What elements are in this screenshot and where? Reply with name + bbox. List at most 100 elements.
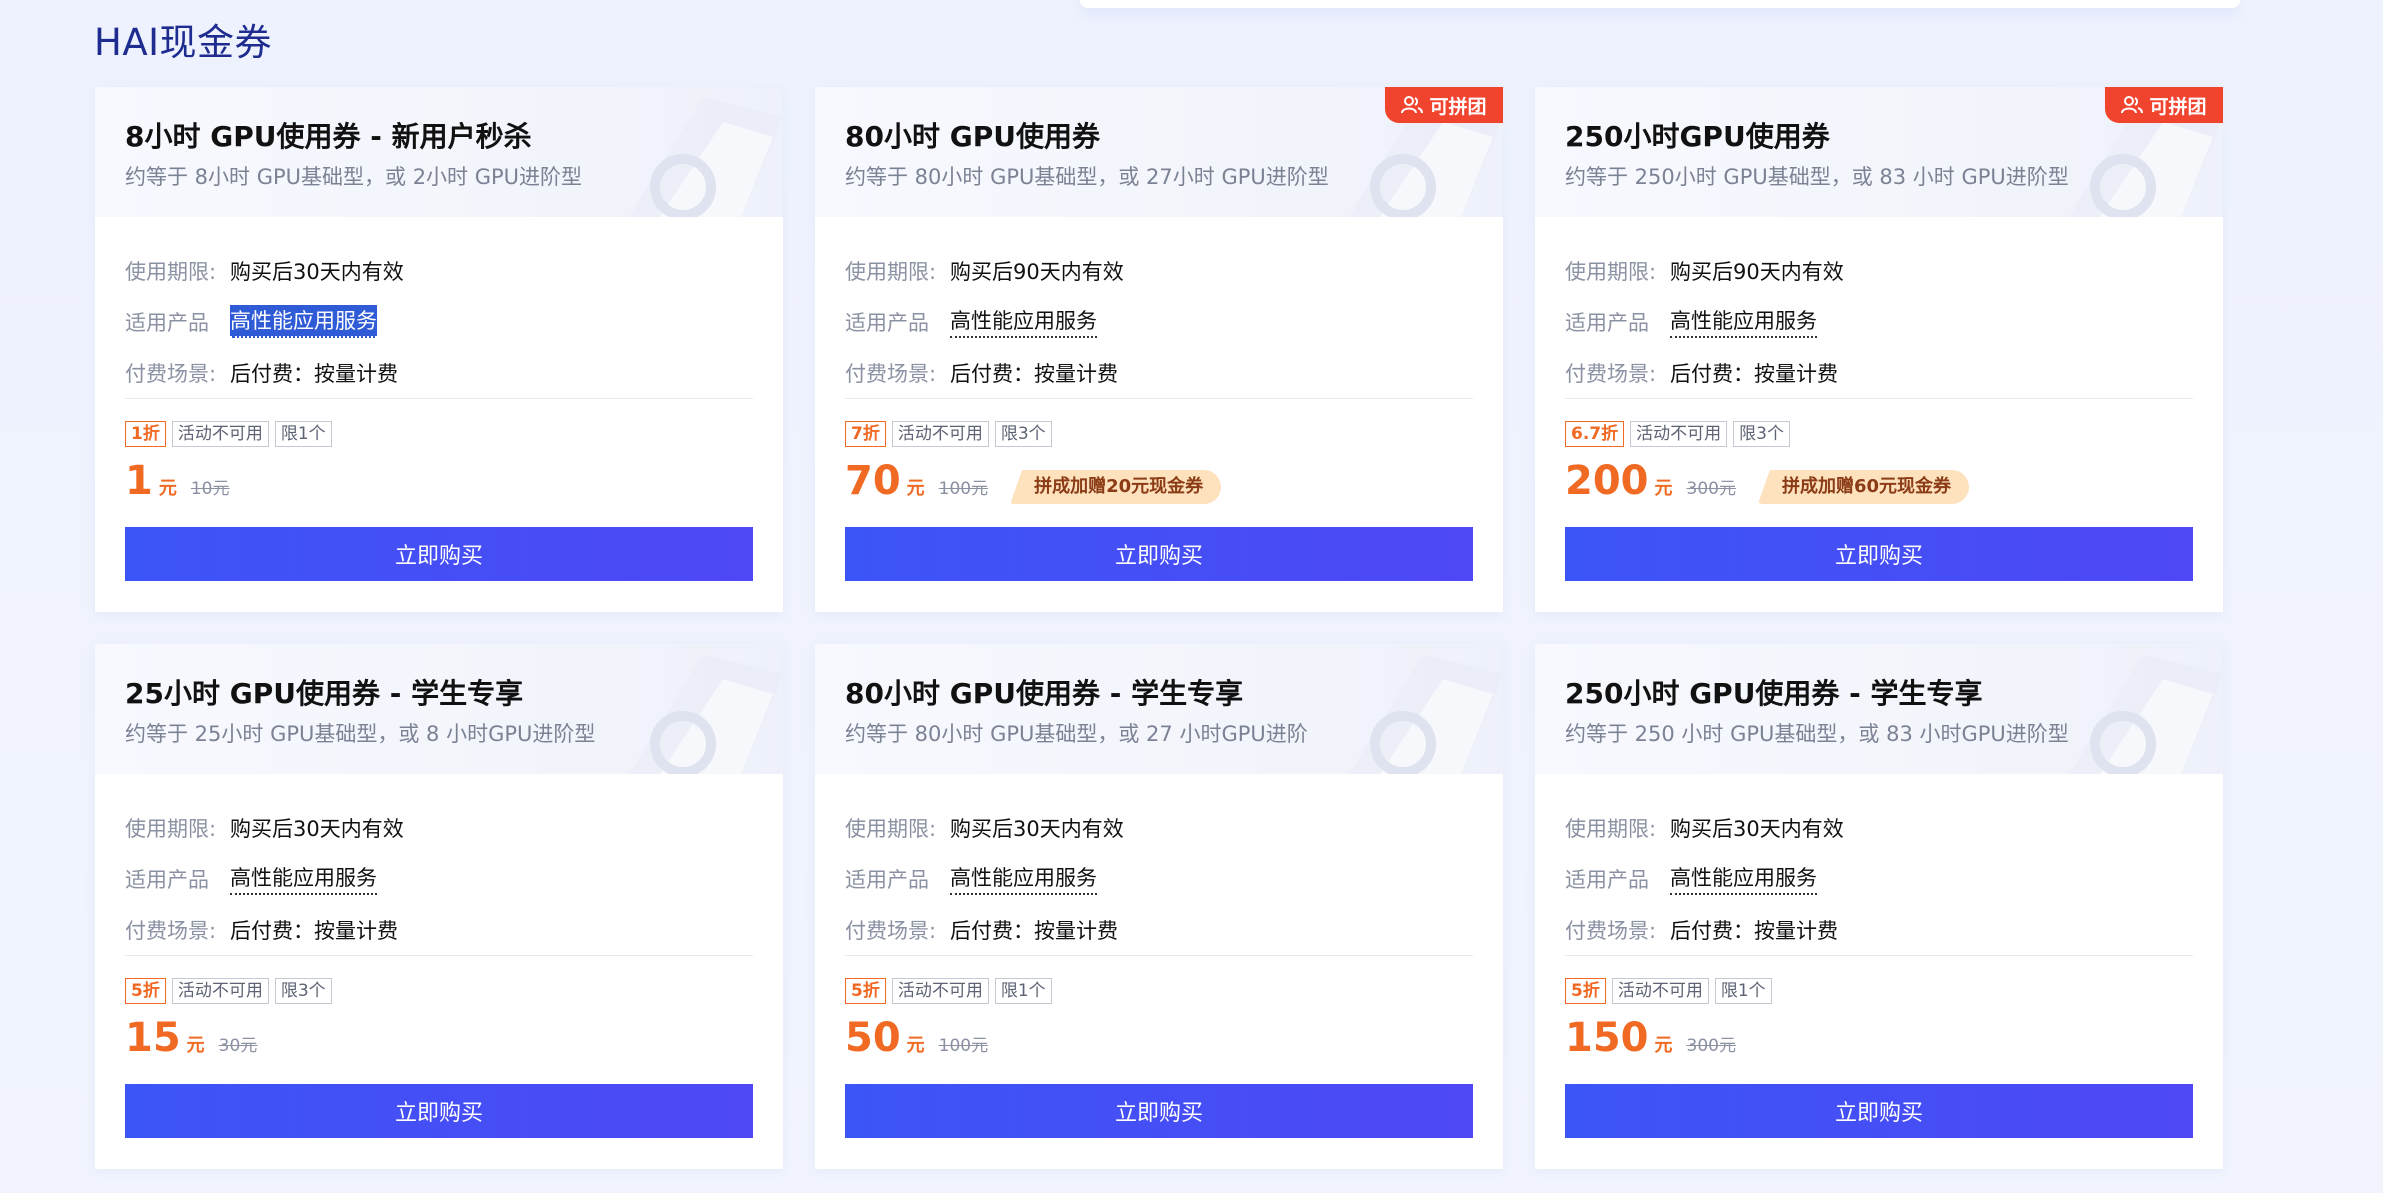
validity-label: 使用期限: xyxy=(845,816,937,841)
activity-tag: 活动不可用 xyxy=(891,421,989,447)
validity-row: 使用期限: 购买后30天内有效 xyxy=(125,802,753,853)
product-link[interactable]: 高性能应用服务 xyxy=(950,305,1097,338)
billing-row: 付费场景: 后付费：按量计费 xyxy=(1565,347,2193,398)
activity-tag: 活动不可用 xyxy=(1630,421,1728,447)
divider xyxy=(1565,955,2193,956)
price-value: 150 xyxy=(1565,1015,1649,1061)
group-buy-badge: 可拼团 xyxy=(2105,87,2223,123)
validity-value: 购买后30天内有效 xyxy=(950,816,1124,841)
price-unit: 元 xyxy=(158,478,177,499)
discount-tag: 5折 xyxy=(1565,978,1606,1004)
product-link[interactable]: 高性能应用服务 xyxy=(230,305,377,338)
card-subtitle: 约等于 250 小时 GPU基础型，或 83 小时GPU进阶型 xyxy=(1565,722,2069,746)
original-price: 300元 xyxy=(1686,1036,1736,1056)
price-value: 1 xyxy=(125,458,153,504)
original-price: 300元 xyxy=(1686,479,1736,499)
product-link[interactable]: 高性能应用服务 xyxy=(950,862,1097,895)
price-value: 15 xyxy=(125,1015,181,1061)
product-label: 适用产品 xyxy=(845,867,929,892)
group-bonus-promo: 拼成加赠60元现金券 xyxy=(1757,470,1970,504)
card-title: 80小时 GPU使用券 xyxy=(845,120,1100,153)
activity-tag: 活动不可用 xyxy=(171,978,269,1004)
coupon-watermark-icon xyxy=(2069,654,2223,774)
validity-row: 使用期限: 购买后90天内有效 xyxy=(1565,245,2193,296)
card-info: 使用期限: 购买后30天内有效 适用产品 高性能应用服务 付费场景: 后付费：按… xyxy=(1565,802,2193,955)
card-title: 80小时 GPU使用券 - 学生专享 xyxy=(845,677,1244,710)
product-row: 适用产品 高性能应用服务 xyxy=(845,853,1473,904)
billing-value: 后付费：按量计费 xyxy=(950,918,1118,943)
product-link[interactable]: 高性能应用服务 xyxy=(1670,862,1817,895)
price-unit: 元 xyxy=(906,1035,925,1056)
limit-tag: 限3个 xyxy=(274,978,332,1004)
validity-label: 使用期限: xyxy=(1565,259,1657,284)
product-link[interactable]: 高性能应用服务 xyxy=(230,862,377,895)
product-row: 适用产品 高性能应用服务 xyxy=(125,296,753,347)
billing-row: 付费场景: 后付费：按量计费 xyxy=(845,347,1473,398)
coupon-watermark-icon xyxy=(629,97,783,217)
card-header: 25小时 GPU使用券 - 学生专享 约等于 25小时 GPU基础型，或 8 小… xyxy=(95,644,783,774)
validity-row: 使用期限: 购买后30天内有效 xyxy=(125,245,753,296)
price-unit: 元 xyxy=(1654,478,1673,499)
group-bonus-promo: 拼成加赠20元现金券 xyxy=(1010,470,1222,504)
discount-tag: 5折 xyxy=(845,978,886,1004)
buy-now-button[interactable]: 立即购买 xyxy=(125,527,753,581)
validity-value: 购买后90天内有效 xyxy=(950,259,1124,284)
billing-row: 付费场景: 后付费：按量计费 xyxy=(125,347,753,398)
product-row: 适用产品 高性能应用服务 xyxy=(1565,296,2193,347)
limit-tag: 限1个 xyxy=(274,421,332,447)
price-value: 70 xyxy=(845,458,901,504)
price-value: 50 xyxy=(845,1015,901,1061)
product-label: 适用产品 xyxy=(125,867,209,892)
card-info: 使用期限: 购买后30天内有效 适用产品 高性能应用服务 付费场景: 后付费：按… xyxy=(125,245,753,398)
activity-tag: 活动不可用 xyxy=(1611,978,1709,1004)
card-header: 80小时 GPU使用券 - 学生专享 约等于 80小时 GPU基础型，或 27 … xyxy=(815,644,1503,774)
validity-value: 购买后30天内有效 xyxy=(230,816,404,841)
tag-list: 6.7折 活动不可用 限3个 xyxy=(1565,421,1790,447)
group-users-icon xyxy=(1401,96,1424,114)
limit-tag: 限3个 xyxy=(1733,421,1790,447)
card-header: 250小时 GPU使用券 - 学生专享 约等于 250 小时 GPU基础型，或 … xyxy=(1535,644,2223,774)
discount-tag: 7折 xyxy=(845,421,886,447)
product-label: 适用产品 xyxy=(1565,310,1649,335)
billing-row: 付费场景: 后付费：按量计费 xyxy=(1565,904,2193,955)
divider xyxy=(125,955,753,956)
buy-now-button[interactable]: 立即购买 xyxy=(1565,1084,2193,1138)
price-row: 50 元 100元 xyxy=(845,1018,988,1070)
card-title: 8小时 GPU使用券 - 新用户秒杀 xyxy=(125,120,532,153)
activity-tag: 活动不可用 xyxy=(891,978,989,1004)
product-link[interactable]: 高性能应用服务 xyxy=(1670,305,1817,338)
buy-now-button[interactable]: 立即购买 xyxy=(845,527,1473,581)
price-row: 1 元 10元 xyxy=(125,461,229,513)
tag-list: 7折 活动不可用 限3个 xyxy=(845,421,1052,447)
divider xyxy=(125,398,753,399)
limit-tag: 限1个 xyxy=(994,978,1052,1004)
tag-list: 5折 活动不可用 限3个 xyxy=(125,978,332,1004)
card-subtitle: 约等于 8小时 GPU基础型，或 2小时 GPU进阶型 xyxy=(125,165,583,189)
price-unit: 元 xyxy=(186,1035,205,1056)
product-label: 适用产品 xyxy=(845,310,929,335)
divider xyxy=(845,398,1473,399)
card-subtitle: 约等于 80小时 GPU基础型，或 27 小时GPU进阶 xyxy=(845,722,1308,746)
product-label: 适用产品 xyxy=(1565,867,1649,892)
coupon-watermark-icon xyxy=(629,654,783,774)
coupon-card: 250小时 GPU使用券 - 学生专享 约等于 250 小时 GPU基础型，或 … xyxy=(1535,644,2223,1169)
billing-value: 后付费：按量计费 xyxy=(230,361,398,386)
billing-value: 后付费：按量计费 xyxy=(1670,918,1838,943)
product-row: 适用产品 高性能应用服务 xyxy=(845,296,1473,347)
billing-label: 付费场景: xyxy=(845,361,937,386)
billing-value: 后付费：按量计费 xyxy=(230,918,398,943)
billing-label: 付费场景: xyxy=(125,918,217,943)
buy-now-button[interactable]: 立即购买 xyxy=(1565,527,2193,581)
card-info: 使用期限: 购买后90天内有效 适用产品 高性能应用服务 付费场景: 后付费：按… xyxy=(1565,245,2193,398)
activity-tag: 活动不可用 xyxy=(171,421,269,447)
card-info: 使用期限: 购买后30天内有效 适用产品 高性能应用服务 付费场景: 后付费：按… xyxy=(125,802,753,955)
buy-now-button[interactable]: 立即购买 xyxy=(125,1084,753,1138)
billing-row: 付费场景: 后付费：按量计费 xyxy=(125,904,753,955)
card-header: 8小时 GPU使用券 - 新用户秒杀 约等于 8小时 GPU基础型，或 2小时 … xyxy=(95,87,783,217)
price-value: 200 xyxy=(1565,458,1649,504)
buy-now-button[interactable]: 立即购买 xyxy=(845,1084,1473,1138)
coupon-watermark-icon xyxy=(1349,654,1503,774)
validity-label: 使用期限: xyxy=(125,816,217,841)
original-price: 100元 xyxy=(938,479,989,499)
validity-value: 购买后30天内有效 xyxy=(230,259,404,284)
